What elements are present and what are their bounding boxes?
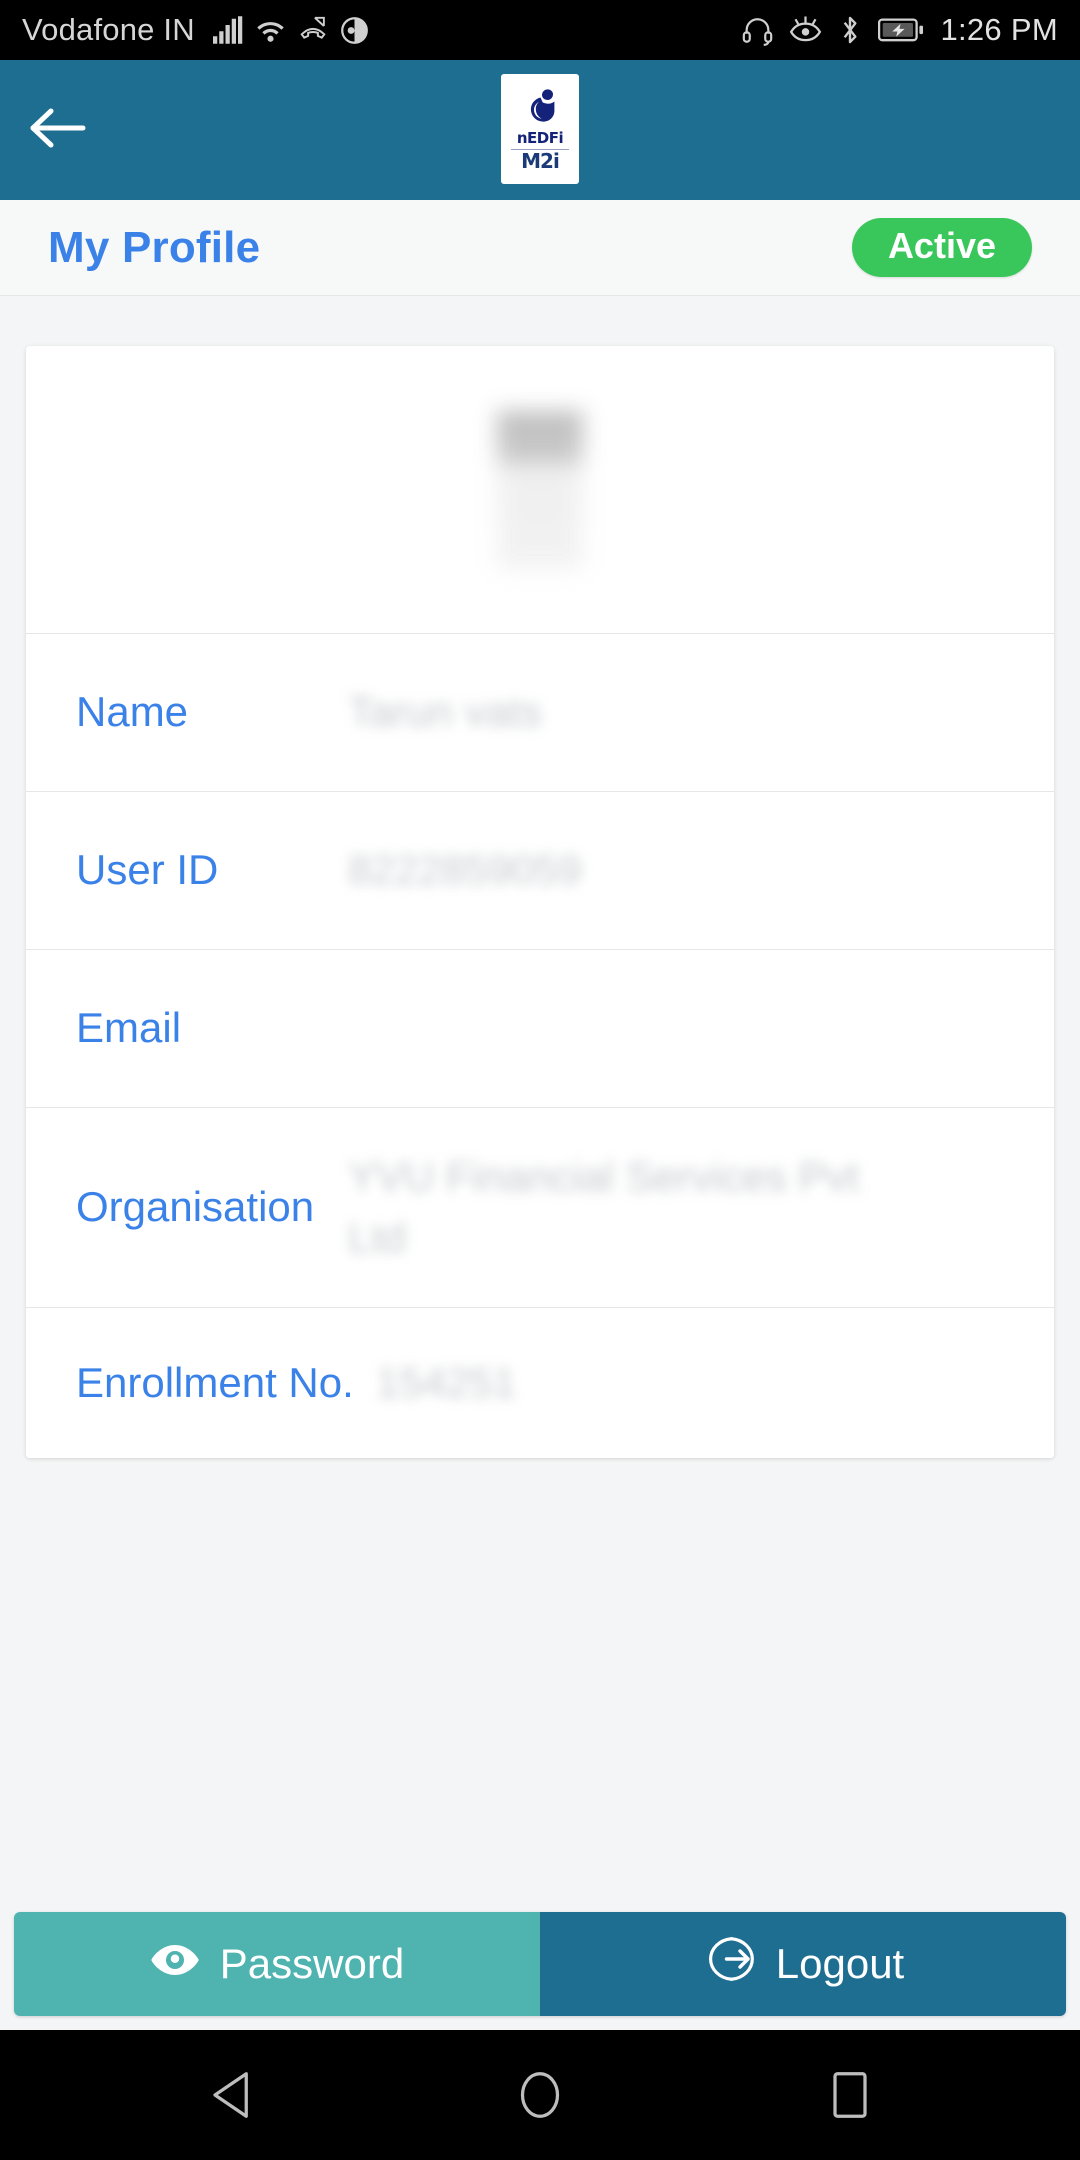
field-value-user-id: 8222859059 [348,846,582,894]
clock-label: 1:26 PM [940,12,1058,47]
field-label-name: Name [76,688,189,736]
data-saver-icon [340,16,369,45]
missed-call-icon [298,16,328,44]
status-right-icons: 1:26 PM [742,12,1058,48]
logout-button[interactable]: Logout [540,1912,1066,2016]
back-button[interactable] [14,87,100,173]
nedfi-emblem-icon [530,88,555,122]
battery-charging-icon [878,16,924,44]
page-header: My Profile Active [0,200,1080,296]
profile-card: Name Tarun vats User ID 8222859059 Email… [26,346,1054,1458]
logo-subbrand: M2i [521,148,560,173]
avatar [497,410,583,569]
password-button[interactable]: Password [14,1912,540,2016]
eye-care-icon [789,15,822,45]
table-row: Organisation YVU Financial Services Pvt … [26,1108,1054,1308]
wifi-icon [255,17,286,43]
field-label-enrollment-no: Enrollment No. [76,1358,354,1406]
back-arrow-icon [27,106,87,155]
nav-back-icon[interactable] [185,2050,275,2140]
bottom-actions: Password Logout [0,1912,1080,2030]
table-row: Enrollment No. 154251 [26,1308,1054,1458]
eye-icon [150,1940,200,1988]
logo-wordmark: nEDFi [516,128,564,147]
avatar-cell[interactable] [26,346,1054,634]
field-value-enrollment-no: 154251 [376,1358,517,1406]
table-row: Email [26,950,1054,1108]
carrier-label: Vodafone IN [22,12,195,47]
page-title: My Profile [48,222,261,272]
password-button-label: Password [219,1940,405,1987]
table-row: User ID 8222859059 [26,792,1054,950]
field-label-email: Email [76,1004,182,1052]
app-logo: nEDFi M2i [501,74,579,184]
headset-icon [742,15,773,46]
action-bar: Password Logout [14,1912,1066,2016]
status-bar: Vodafone IN 1:26 PM [0,0,1080,60]
logout-icon [702,1932,756,1996]
app-bar: nEDFi M2i [0,60,1080,200]
nav-recents-icon[interactable] [805,2050,895,2140]
field-label-organisation: Organisation [76,1183,315,1231]
field-label-user-id: User ID [76,846,219,894]
logout-button-label: Logout [775,1940,905,1987]
profile-card-container: Name Tarun vats User ID 8222859059 Email… [0,296,1080,1458]
status-badge: Active [851,218,1032,277]
nav-home-icon[interactable] [495,2050,585,2140]
signal-icon [212,16,243,44]
bluetooth-icon [838,14,862,46]
android-nav-bar [0,2030,1080,2160]
phone-screen: Vodafone IN 1:26 PM nEDFi M2i My Profile… [0,0,1080,2160]
status-left-icons [212,16,369,45]
field-value-organisation: YVU Financial Services Pvt Ltd [348,1152,860,1261]
field-value-name: Tarun vats [348,688,542,736]
table-row: Name Tarun vats [26,634,1054,792]
